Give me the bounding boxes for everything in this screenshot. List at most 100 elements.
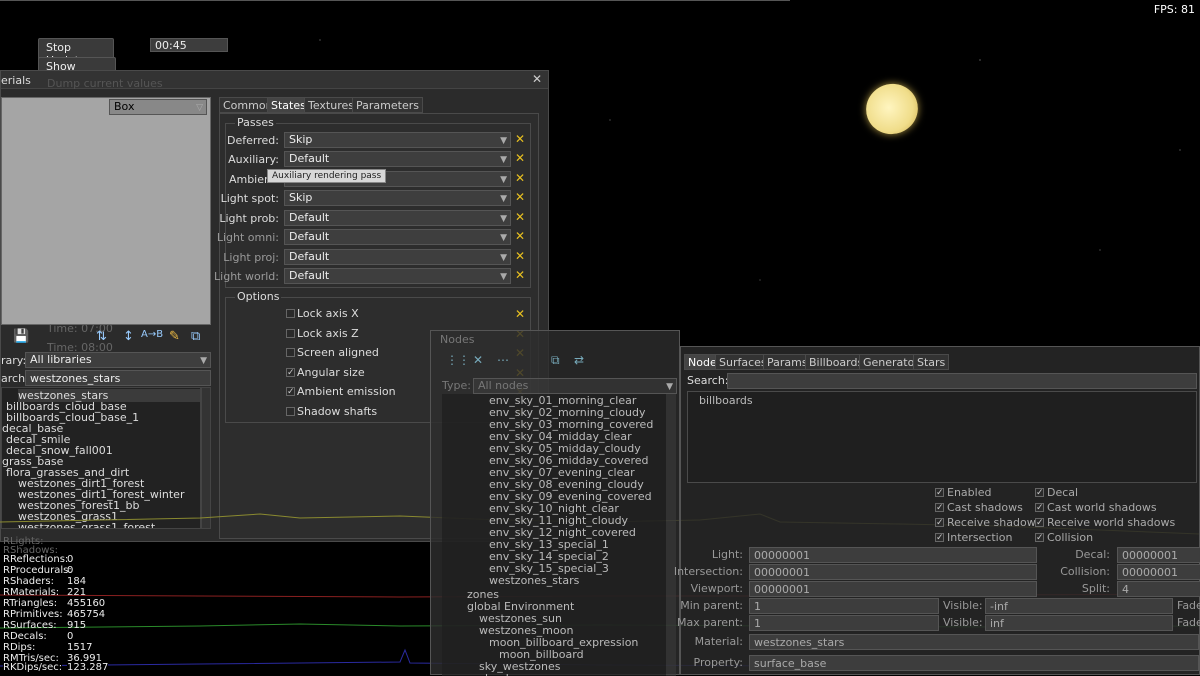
- stat-value: 0: [67, 554, 74, 565]
- stat-value: 915: [67, 620, 87, 631]
- visible-max-field[interactable]: inf: [985, 615, 1173, 631]
- tab-parameters[interactable]: Parameters: [352, 97, 423, 113]
- reset-icon[interactable]: ✕: [515, 171, 525, 185]
- property-label: Property:: [693, 656, 743, 669]
- material-field[interactable]: westzones_stars: [749, 634, 1199, 650]
- checkbox[interactable]: [286, 407, 295, 416]
- clone-icon[interactable]: ⧉: [191, 329, 200, 344]
- pass-label: Auxiliary:: [228, 153, 279, 166]
- pass-light-prob-select[interactable]: Default ▼: [284, 210, 511, 226]
- checkbox-checked[interactable]: ✓: [1035, 533, 1044, 543]
- checkbox-checked[interactable]: ✓: [935, 518, 944, 528]
- surface-search-input[interactable]: [727, 373, 1197, 389]
- node-properties-panel: Node Surfaces Params Billboards Generato…: [674, 346, 1200, 675]
- stat-label: RSurfaces:: [3, 620, 57, 631]
- material-label: Material:: [694, 635, 743, 648]
- tab-stars[interactable]: Stars: [913, 354, 950, 370]
- collision-mask-field[interactable]: 00000001: [1117, 564, 1200, 580]
- checkbox[interactable]: [286, 348, 295, 357]
- reset-icon[interactable]: ✕: [515, 190, 525, 204]
- surface-list: billboards: [687, 391, 1197, 483]
- checkbox[interactable]: [286, 329, 295, 338]
- checkbox-checked[interactable]: ✓: [1035, 518, 1044, 528]
- top-line: [0, 0, 790, 1]
- node-tree-scrollbar[interactable]: [666, 394, 676, 676]
- min-parent-field[interactable]: 1: [749, 598, 939, 614]
- chevron-down-icon: ▽: [196, 103, 203, 113]
- library-value: All libraries: [30, 353, 92, 366]
- reset-icon[interactable]: ✕: [515, 268, 525, 282]
- checkbox-checked[interactable]: ✓: [935, 503, 944, 513]
- tree-item[interactable]: westzones_stars: [489, 574, 579, 587]
- nodes-grid-icon[interactable]: ⋮⋮: [446, 353, 470, 367]
- checkbox-checked[interactable]: ✓: [935, 488, 944, 498]
- stat-label: RReflections:: [3, 554, 69, 565]
- library-select[interactable]: All libraries ▼: [25, 352, 211, 368]
- time-field[interactable]: 00:45: [150, 38, 228, 52]
- save-icon[interactable]: 💾: [13, 329, 29, 344]
- pass-light-world-select[interactable]: Default ▼: [284, 268, 511, 284]
- close-icon[interactable]: ✕: [532, 72, 542, 86]
- material-preview[interactable]: [1, 97, 211, 325]
- material-search-input[interactable]: westzones_stars: [25, 370, 211, 386]
- stat-label: RProcedurals:: [3, 565, 72, 576]
- tab-textures[interactable]: Textures: [304, 97, 358, 113]
- property-field[interactable]: surface_base: [749, 655, 1199, 671]
- pass-value: Default: [289, 269, 330, 282]
- split-field[interactable]: 4: [1117, 581, 1200, 597]
- stat-value: 123.287: [67, 662, 109, 673]
- intersection-mask-field[interactable]: 00000001: [749, 564, 1037, 580]
- intersection-label: Intersection:: [673, 565, 743, 578]
- dump-values-button[interactable]: Dump current values: [47, 77, 163, 90]
- light-mask-field[interactable]: 00000001: [749, 547, 1037, 563]
- pass-auxiliary-select[interactable]: Default ▼: [284, 151, 511, 167]
- preview-shape-value: Box: [114, 100, 135, 113]
- pass-label: Light proj:: [223, 251, 279, 264]
- reset-icon[interactable]: ✕: [515, 229, 525, 243]
- checkbox-checked[interactable]: ✓: [935, 533, 944, 543]
- reset-icon[interactable]: ✕: [515, 307, 525, 321]
- pass-deferred-select[interactable]: Skip ▼: [284, 132, 511, 148]
- pass-value: Default: [289, 250, 330, 263]
- reset-icon[interactable]: ✕: [515, 132, 525, 146]
- preview-shape-select[interactable]: Box ▽: [109, 99, 207, 115]
- decal-mask-field[interactable]: 00000001: [1117, 547, 1200, 563]
- tree-item[interactable]: clouds: [479, 672, 515, 676]
- nodes-move-icon[interactable]: ⇄: [574, 353, 584, 367]
- node-type-select[interactable]: All nodes ▼: [473, 378, 677, 394]
- nodes-remove-icon[interactable]: ✕: [473, 353, 483, 367]
- checkbox[interactable]: [286, 309, 295, 318]
- tooltip: Auxiliary rendering pass: [267, 169, 387, 183]
- pass-value: Skip: [289, 191, 313, 204]
- inherit-icon[interactable]: ✎: [169, 329, 180, 344]
- checkbox-checked[interactable]: ✓: [286, 368, 295, 378]
- up-down-icon[interactable]: ↕: [123, 329, 134, 344]
- stat-value: 465754: [67, 609, 106, 620]
- pass-light-spot-select[interactable]: Skip ▼: [284, 190, 511, 206]
- stat-label: RPrimitives:: [3, 609, 63, 620]
- tab-billboards[interactable]: Billboards: [805, 354, 868, 370]
- checkbox-checked[interactable]: ✓: [1035, 503, 1044, 513]
- type-label: Type:: [442, 379, 471, 392]
- nodes-clone-icon[interactable]: ⧉: [551, 353, 560, 368]
- passes-title: Passes: [235, 116, 276, 129]
- options-title: Options: [235, 290, 282, 303]
- viewport-mask-field[interactable]: 00000001: [749, 581, 1037, 597]
- nodes-title: Nodes: [440, 333, 475, 346]
- surface-item[interactable]: billboards: [699, 394, 753, 407]
- reset-icon[interactable]: ✕: [515, 151, 525, 165]
- max-parent-label: Max parent:: [677, 616, 743, 629]
- check-label: Intersection: [947, 531, 1013, 544]
- visible-min-field[interactable]: -inf: [985, 598, 1173, 614]
- pass-light-proj-select[interactable]: Default ▼: [284, 249, 511, 265]
- reset-icon[interactable]: ✕: [515, 249, 525, 263]
- pass-value: Default: [289, 211, 330, 224]
- nodes-link-icon[interactable]: ⋯: [497, 353, 509, 367]
- pass-light-omni-select[interactable]: Default ▼: [284, 229, 511, 245]
- max-parent-field[interactable]: 1: [749, 615, 939, 631]
- reset-icon[interactable]: ✕: [515, 210, 525, 224]
- checkbox-checked[interactable]: ✓: [286, 387, 295, 397]
- check-label: Receive shadows: [947, 516, 1042, 529]
- checkbox-checked[interactable]: ✓: [1035, 488, 1044, 498]
- rename-icon[interactable]: A→B: [141, 329, 163, 340]
